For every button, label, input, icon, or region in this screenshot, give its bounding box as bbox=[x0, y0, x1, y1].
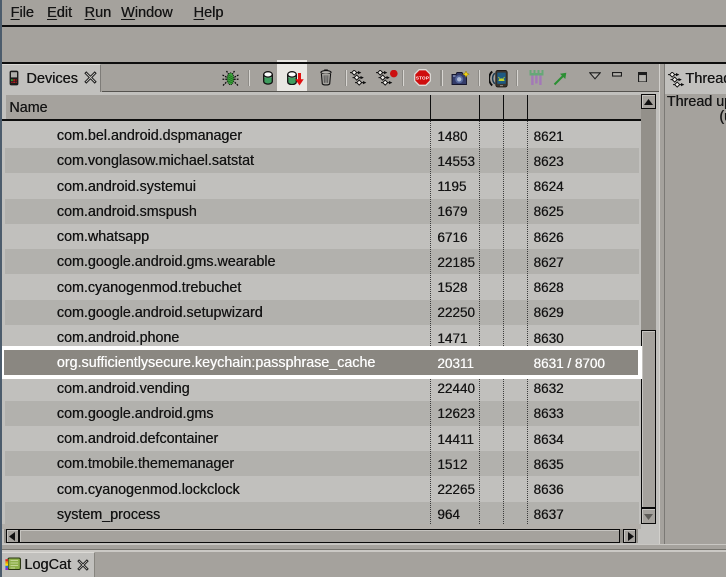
svg-text:STOP: STOP bbox=[415, 76, 428, 81]
